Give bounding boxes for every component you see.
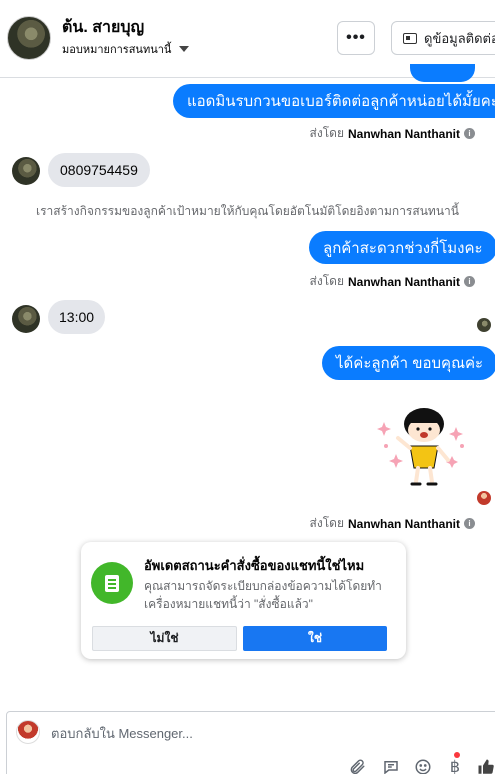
message-bubble-outgoing[interactable]: แอดมินรบกวนขอเบอร์ติดต่อลูกค้าหน่อยได้มั… bbox=[173, 84, 495, 118]
view-contact-button[interactable]: ดูข้อมูลติดต่อ bbox=[391, 21, 495, 55]
message-bubble-outgoing[interactable]: ได้ค่ะลูกค้า ขอบคุณค่ะ bbox=[322, 346, 495, 380]
message-text: ได้ค่ะลูกค้า ขอบคุณค่ะ bbox=[336, 355, 484, 372]
sticker-image[interactable] bbox=[372, 402, 472, 492]
message-bubble-incoming[interactable]: 0809754459 bbox=[48, 153, 150, 187]
chevron-down-icon bbox=[179, 46, 190, 52]
sent-by-label: ส่งโดย Nanwhan Nanthanit i bbox=[310, 514, 475, 533]
contact-name[interactable]: ต้น. สายบุญ bbox=[62, 15, 144, 40]
message-bubble-incoming[interactable]: 13:00 bbox=[48, 300, 106, 334]
system-note: เราสร้างกิจกรรมของลูกค้าเป้าหมายให้กับคุ… bbox=[36, 204, 459, 218]
conversation-page: ต้น. สายบุญ มอบหมายการสนทนานี้ ••• ดูข้อ… bbox=[0, 0, 495, 774]
yes-button[interactable]: ใช่ bbox=[243, 626, 387, 651]
more-icon: ••• bbox=[346, 29, 366, 46]
like-icon[interactable] bbox=[475, 756, 495, 774]
info-icon[interactable]: i bbox=[464, 518, 475, 529]
read-receipt-avatar bbox=[477, 318, 491, 332]
no-button[interactable]: ไม่ใช่ bbox=[92, 626, 237, 651]
order-status-prompt: อัพเดตสถานะคำสั่งซื้อของแชทนี้ใช่ไหม คุณ… bbox=[81, 542, 406, 659]
saved-reply-icon[interactable] bbox=[380, 756, 402, 774]
message-text: 0809754459 bbox=[60, 162, 138, 178]
reply-input[interactable] bbox=[51, 726, 351, 741]
sent-by-label: ส่งโดย Nanwhan Nanthanit i bbox=[310, 272, 475, 291]
message-bubble-outgoing-clipped bbox=[410, 64, 475, 82]
payment-icon[interactable]: ฿ bbox=[444, 756, 466, 774]
view-contact-label: ดูข้อมูลติดต่อ bbox=[424, 30, 495, 46]
read-receipt-avatar bbox=[477, 491, 491, 505]
sent-by-prefix: ส่งโดย bbox=[309, 516, 344, 530]
emoji-icon[interactable] bbox=[412, 756, 434, 774]
message-text: ลูกค้าสะดวกช่วงกี่โมงคะ bbox=[323, 239, 483, 257]
sent-by-label: ส่งโดย Nanwhan Nanthanit i bbox=[310, 124, 475, 143]
more-options-button[interactable]: ••• bbox=[337, 21, 375, 55]
attachment-icon[interactable] bbox=[346, 756, 368, 774]
message-text: 13:00 bbox=[59, 309, 95, 325]
notification-dot bbox=[454, 752, 460, 758]
reply-composer: ฿ bbox=[6, 711, 495, 774]
contact-avatar[interactable] bbox=[7, 16, 51, 60]
sent-by-name: Nanwhan Nanthanit bbox=[347, 126, 460, 141]
prompt-title: อัพเดตสถานะคำสั่งซื้อของแชทนี้ใช่ไหม bbox=[144, 558, 365, 573]
prompt-description: คุณสามารถจัดระเบียบกล่องข้อความได้โดยทำเ… bbox=[144, 579, 382, 611]
contact-card-icon bbox=[403, 32, 417, 44]
sent-by-name: Nanwhan Nanthanit bbox=[347, 516, 460, 531]
assign-label: มอบหมายการสนทนานี้ bbox=[62, 44, 172, 56]
message-bubble-outgoing[interactable]: ลูกค้าสะดวกช่วงกี่โมงคะ bbox=[309, 231, 495, 264]
sent-by-prefix: ส่งโดย bbox=[309, 274, 344, 288]
info-icon[interactable]: i bbox=[464, 128, 475, 139]
contact-avatar-small bbox=[12, 157, 40, 185]
assign-conversation-dropdown[interactable]: มอบหมายการสนทนานี้ bbox=[62, 40, 190, 58]
sent-by-name: Nanwhan Nanthanit bbox=[347, 274, 460, 289]
info-icon[interactable]: i bbox=[464, 276, 475, 287]
contact-avatar-small bbox=[12, 305, 40, 333]
message-text: แอดมินรบกวนขอเบอร์ติดต่อลูกค้าหน่อยได้มั… bbox=[187, 93, 495, 110]
receipt-icon bbox=[91, 562, 133, 604]
page-avatar bbox=[16, 720, 40, 744]
sent-by-prefix: ส่งโดย bbox=[309, 126, 344, 140]
